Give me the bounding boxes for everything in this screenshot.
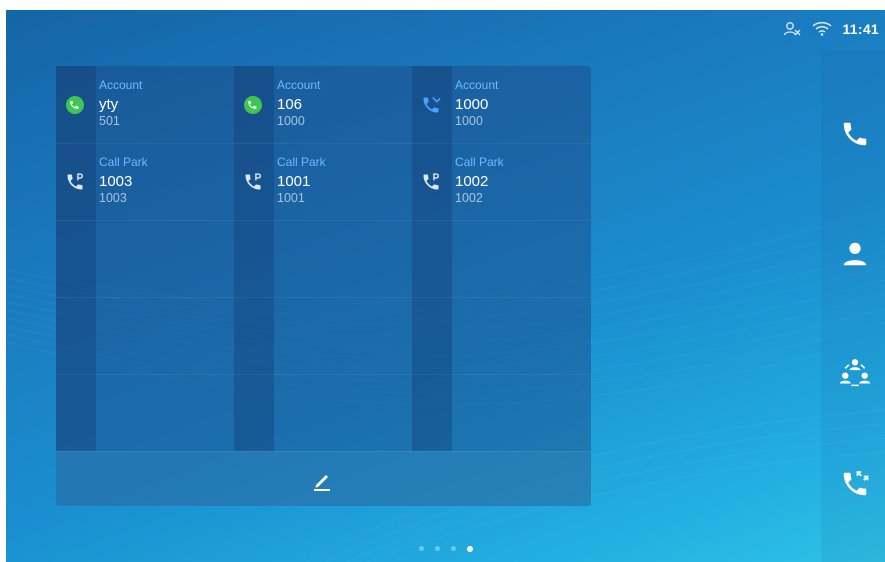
dock-call-history-button[interactable]	[837, 466, 873, 502]
call-park-icon	[64, 171, 86, 193]
tile-name: 1003	[99, 173, 133, 190]
call-park-tile-1002[interactable]: Call Park 1002 1002	[412, 145, 590, 221]
account-tile-106[interactable]: Account 106 1000	[234, 68, 412, 144]
page-dot[interactable]	[435, 546, 440, 551]
page-dot[interactable]	[451, 546, 456, 551]
row-divider	[56, 297, 591, 298]
dock-contacts-button[interactable]	[837, 236, 873, 272]
clock: 11:41	[842, 21, 879, 37]
conference-icon	[839, 359, 871, 387]
account-offline-icon	[782, 20, 802, 38]
account-registered-icon	[64, 94, 86, 116]
account-registered-icon	[242, 94, 264, 116]
tile-name: 1000	[455, 96, 489, 113]
tile-name: 106	[277, 96, 303, 113]
wifi-icon	[812, 20, 832, 38]
tile-label: Account	[455, 78, 499, 92]
tile-label: Call Park	[455, 155, 504, 169]
right-dock	[821, 50, 885, 562]
tile-number: 1000	[277, 114, 305, 128]
account-tile-1000[interactable]: Account 1000 1000	[412, 68, 590, 144]
tile-number: 501	[99, 114, 120, 128]
widget-footer	[56, 451, 591, 507]
page-dot[interactable]	[419, 546, 424, 551]
page-indicator[interactable]	[419, 545, 473, 552]
tile-number: 1000	[455, 114, 483, 128]
page-dot-active[interactable]	[467, 545, 473, 552]
phone-icon	[843, 122, 867, 146]
tile-label: Account	[277, 78, 321, 92]
tile-number: 1001	[277, 191, 305, 205]
contacts-icon	[843, 242, 867, 266]
tile-label: Call Park	[99, 155, 148, 169]
quick-access-widget: Account yty 501 Account 106 1000 Account…	[56, 66, 591, 507]
account-tile-yty[interactable]: Account yty 501	[56, 68, 234, 144]
call-history-icon	[843, 471, 869, 496]
tile-name: 1001	[277, 173, 311, 190]
call-park-icon	[242, 171, 264, 193]
tile-name: yty	[99, 96, 119, 113]
tile-number: 1003	[99, 191, 127, 205]
home-screen: 11:41 Account yty 501 Account 106 1000 A…	[6, 10, 885, 562]
call-park-tile-1003[interactable]: Call Park 1003 1003	[56, 145, 234, 221]
tile-name: 1002	[455, 173, 489, 190]
row-divider	[56, 374, 591, 375]
status-bar: 11:41	[6, 10, 885, 50]
dock-phone-button[interactable]	[837, 116, 873, 152]
call-park-tile-1001[interactable]: Call Park 1001 1001	[234, 145, 412, 221]
tile-number: 1002	[455, 191, 483, 205]
edit-icon	[314, 475, 330, 491]
tile-label: Call Park	[277, 155, 326, 169]
call-park-icon	[420, 171, 442, 193]
dock-conference-button[interactable]	[837, 354, 873, 390]
tile-label: Account	[99, 78, 143, 92]
edit-widget-button[interactable]	[310, 468, 334, 492]
missed-call-icon	[420, 94, 442, 116]
